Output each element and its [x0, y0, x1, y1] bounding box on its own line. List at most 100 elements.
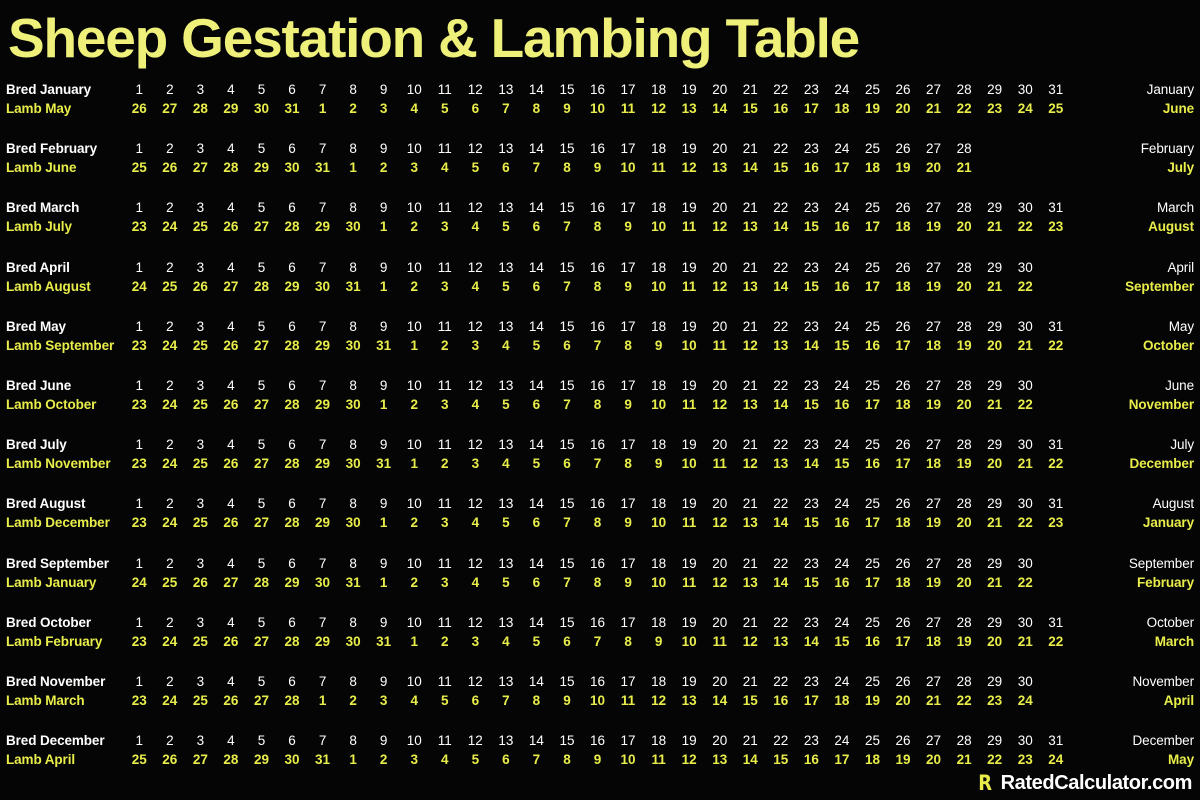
site-logo[interactable]: R RatedCalculator.com [977, 771, 1193, 795]
bred-day-cell: 26 [895, 141, 911, 157]
lamb-day-cell: 27 [253, 396, 269, 412]
bred-day-cell: 3 [196, 141, 205, 157]
bred-day-cell: 18 [651, 437, 667, 453]
lamb-day-cell: 3 [379, 692, 388, 708]
lamb-day-cell: 8 [624, 633, 632, 649]
lamb-day-cell: 17 [803, 692, 819, 708]
lamb-day-cell: 26 [223, 219, 239, 235]
bred-day-cell: 30 [1017, 200, 1033, 216]
bred-day-cell: 5 [257, 496, 266, 512]
lamb-day-cell: 20 [987, 456, 1003, 472]
row-day-cells: 1 2 3 4 5 6 7 8 9 10 11 12 13 14 15 16 17 18 19 20 21 22 23 24 2… [124, 433, 1094, 492]
bred-day-cell: 6 [288, 82, 296, 97]
bred-month-right-label: February [1140, 141, 1194, 157]
lamb-day-cell: 8 [563, 752, 571, 768]
bred-day-cell: 5 [257, 200, 266, 216]
lamb-day-cell: 13 [681, 101, 697, 116]
lamb-day-cell: 28 [284, 633, 300, 649]
bred-day-cell: 25 [864, 437, 880, 453]
lamb-day-cell: 20 [926, 752, 942, 768]
lamb-day-cell: 4 [471, 219, 480, 235]
lamb-day-cell: 4 [410, 692, 418, 708]
lamb-day-cell: 8 [593, 396, 602, 412]
lamb-day-cell: 16 [773, 692, 789, 708]
lamb-day-cell: 1 [379, 574, 388, 590]
bred-day-cell: 6 [288, 673, 296, 689]
lamb-day-cell: 24 [162, 456, 178, 472]
lamb-day-cell: 20 [987, 337, 1003, 353]
lamb-day-cell: 17 [864, 515, 880, 531]
lamb-day-cell: 21 [987, 278, 1003, 294]
bred-day-cell: 10 [406, 259, 422, 275]
lamb-day-cell: 4 [502, 633, 510, 649]
lamb-day-cell: 22 [1017, 278, 1033, 294]
lamb-day-cell: 19 [895, 752, 911, 768]
bred-day-cell: 11 [437, 200, 452, 216]
lamb-day-cell: 4 [410, 101, 418, 116]
lamb-day-cell: 18 [895, 278, 911, 294]
bred-day-cell: 17 [620, 614, 636, 630]
lamb-day-cell: 22 [956, 101, 972, 116]
bred-month-label: Bred September [6, 555, 109, 571]
bred-day-cell: 28 [956, 673, 972, 689]
bred-day-cell: 12 [467, 200, 483, 216]
lamb-day-cell: 24 [162, 633, 178, 649]
bred-day-cell: 20 [712, 318, 728, 334]
lamb-day-cell: 14 [773, 219, 789, 235]
bred-day-cell: 24 [834, 200, 850, 216]
bred-day-cell: 15 [559, 377, 575, 393]
bred-day-cell: 8 [349, 733, 357, 749]
bred-day-cell: 3 [196, 733, 205, 749]
lamb-day-cell: 23 [131, 633, 147, 649]
lamb-day-cell: 28 [284, 515, 300, 531]
lamb-month-right-label: December [1129, 456, 1195, 472]
rated-calculator-r-icon: R [978, 771, 993, 795]
bred-day-cell: 25 [864, 555, 880, 571]
bred-day-cell: 7 [318, 200, 327, 216]
bred-day-cell: 22 [773, 200, 789, 216]
lamb-month-label: Lamb August [6, 278, 91, 294]
lamb-day-cell: 20 [956, 574, 972, 590]
bred-day-cell: 16 [590, 200, 606, 216]
bred-day-cell: 1 [135, 259, 144, 275]
bred-day-cell: 24 [834, 82, 850, 97]
bred-day-cell: 8 [349, 259, 357, 275]
bred-day-cell: 13 [498, 318, 514, 334]
lamb-day-cell: 29 [315, 456, 331, 472]
bred-day-cell: 8 [349, 377, 357, 393]
bred-day-cell: 12 [467, 496, 483, 512]
lamb-day-cell: 21 [926, 692, 942, 708]
bred-day-cell: 14 [528, 496, 544, 512]
bred-day-cell: 4 [227, 614, 235, 630]
lamb-month-label: Lamb January [6, 574, 97, 590]
bred-day-cell: 5 [257, 614, 266, 630]
bred-month-label: Bred March [6, 200, 80, 216]
bred-day-cell: 13 [498, 733, 514, 749]
bred-day-cell: 11 [437, 141, 452, 157]
lamb-day-cell: 12 [712, 396, 728, 412]
bred-day-cell: 9 [379, 673, 388, 689]
lamb-day-cell: 16 [864, 456, 880, 472]
lamb-day-cell: 23 [131, 219, 147, 235]
lamb-day-cell: 5 [502, 515, 510, 531]
bred-day-cell: 22 [773, 496, 789, 512]
bred-day-cell: 6 [288, 141, 296, 157]
bred-day-cell: 16 [590, 555, 606, 571]
bred-day-cell: 9 [379, 200, 388, 216]
lamb-day-cell: 8 [593, 574, 602, 590]
lamb-day-cell: 21 [1017, 456, 1033, 472]
lamb-day-cell: 23 [131, 515, 147, 531]
bred-day-cell: 1 [135, 496, 144, 512]
bred-day-cell: 19 [681, 437, 697, 453]
bred-day-cell: 17 [620, 377, 636, 393]
bred-day-cell: 25 [864, 200, 880, 216]
bred-day-cell: 19 [681, 555, 697, 571]
bred-day-cell: 10 [406, 200, 422, 216]
lamb-day-cell: 20 [926, 160, 942, 176]
bred-day-cell: 3 [196, 437, 205, 453]
lamb-day-cell: 8 [532, 692, 541, 708]
bred-day-cell: 26 [895, 614, 911, 630]
bred-day-cell: 18 [651, 733, 667, 749]
bred-day-cell: 13 [498, 141, 514, 157]
bred-day-cell: 15 [559, 496, 575, 512]
